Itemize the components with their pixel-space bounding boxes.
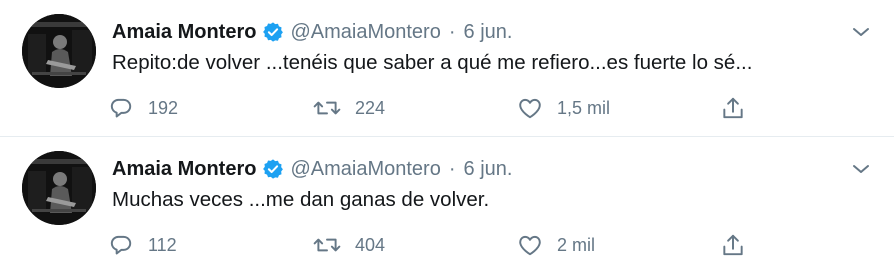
retweet-icon [313, 232, 341, 258]
reply-button[interactable]: 112 [108, 229, 177, 261]
avatar[interactable] [22, 151, 96, 225]
share-icon [720, 232, 746, 258]
tweet-header: Amaia Montero @AmaiaMontero · 6 jun. [112, 154, 512, 184]
verified-badge-icon [262, 21, 284, 43]
tweet-header: Amaia Montero @AmaiaMontero · 6 jun. [112, 17, 512, 47]
retweet-count: 404 [355, 234, 386, 255]
avatar[interactable] [22, 14, 96, 88]
chevron-down-icon[interactable] [850, 161, 872, 177]
like-count: 1,5 mil [557, 97, 611, 118]
reply-count: 112 [148, 234, 177, 255]
share-button[interactable] [720, 92, 746, 124]
tweet-timestamp[interactable]: 6 jun. [464, 21, 513, 44]
avatar-photo [22, 151, 96, 225]
retweet-count: 224 [355, 97, 386, 118]
avatar-photo [22, 14, 96, 88]
retweet-button[interactable]: 404 [313, 229, 385, 261]
author-name[interactable]: Amaia Montero [112, 158, 256, 181]
tweet-feed: Amaia Montero @AmaiaMontero · 6 jun. Rep… [0, 0, 894, 272]
chevron-down-icon[interactable] [850, 24, 872, 40]
heart-icon [517, 95, 543, 121]
author-handle[interactable]: @AmaiaMontero [290, 21, 440, 44]
tweet-actions: 112 404 2 mil [0, 229, 894, 261]
tweet[interactable]: Amaia Montero @AmaiaMontero · 6 jun. Muc… [0, 137, 894, 272]
tweet-actions: 192 224 1,5 mil [0, 92, 894, 124]
author-handle[interactable]: @AmaiaMontero [290, 158, 440, 181]
reply-button[interactable]: 192 [108, 92, 178, 124]
share-button[interactable] [720, 229, 746, 261]
tweet[interactable]: Amaia Montero @AmaiaMontero · 6 jun. Rep… [0, 0, 894, 136]
separator-dot: · [448, 20, 456, 43]
author-name[interactable]: Amaia Montero [112, 21, 256, 44]
tweet-timestamp[interactable]: 6 jun. [464, 158, 513, 181]
heart-icon [517, 232, 543, 258]
tweet-text: Muchas veces ...me dan ganas de volver. [112, 188, 490, 211]
like-button[interactable]: 1,5 mil [517, 92, 610, 124]
reply-icon [108, 232, 134, 258]
verified-badge-icon [262, 158, 284, 180]
like-button[interactable]: 2 mil [517, 229, 595, 261]
reply-count: 192 [148, 97, 179, 118]
reply-icon [108, 95, 134, 121]
share-icon [720, 95, 746, 121]
retweet-icon [313, 95, 341, 121]
like-count: 2 mil [557, 234, 596, 255]
retweet-button[interactable]: 224 [313, 92, 385, 124]
tweet-text: Repito:de volver ...tenéis que saber a q… [112, 51, 753, 74]
separator-dot: · [448, 157, 456, 180]
